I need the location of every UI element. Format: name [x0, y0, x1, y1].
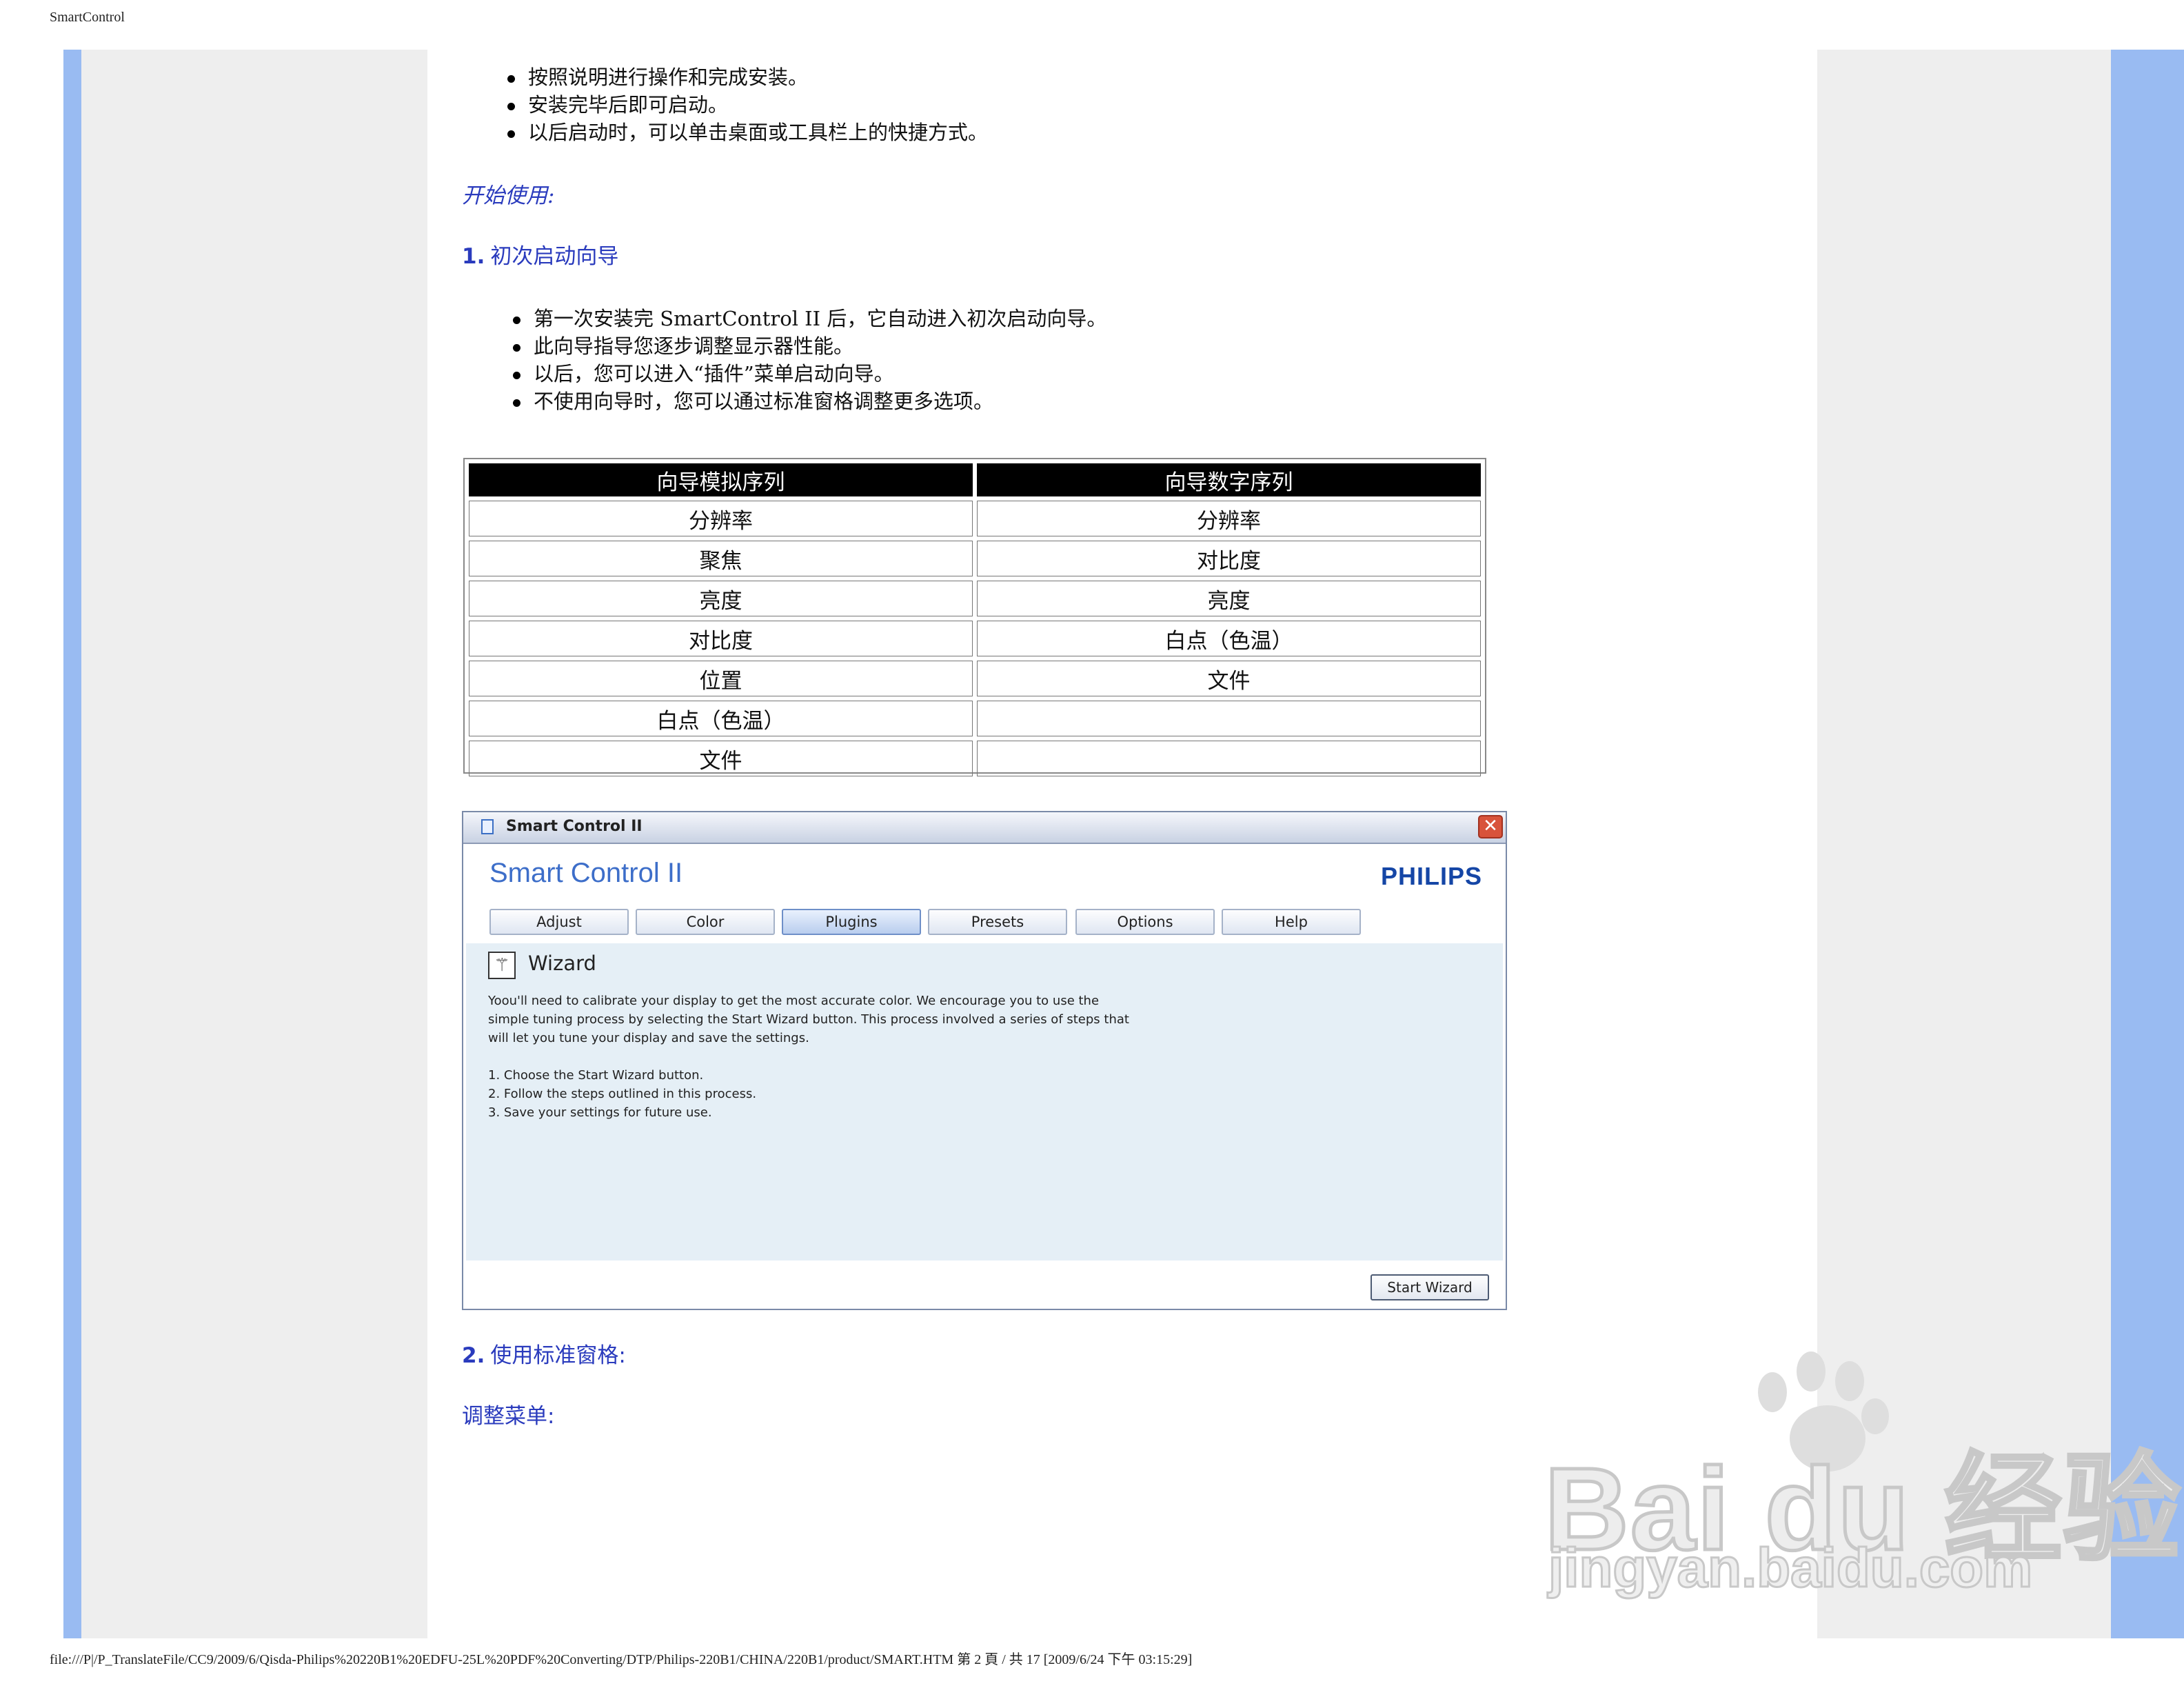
tab-color[interactable]: Color — [636, 909, 775, 935]
wizard-sequence-table: 向导模拟序列 向导数字序列 分辨率 分辨率 聚焦 对比度 亮度 亮度 对比度 白… — [463, 458, 1486, 776]
table-row: 位置 文件 — [469, 661, 1481, 696]
table-row: 对比度 白点（色温） — [469, 621, 1481, 656]
list-item: 以后，您可以进入“插件”菜单启动向导。 — [513, 360, 1106, 388]
table-row: 亮度 亮度 — [469, 581, 1481, 616]
table-cell: 聚焦 — [469, 541, 973, 576]
table-cell: 分辨率 — [977, 501, 1481, 536]
section2-number: 2. — [462, 1343, 485, 1368]
close-icon[interactable]: ✕ — [1478, 815, 1503, 838]
table-header-digital: 向导数字序列 — [977, 463, 1481, 496]
table-header-analog: 向导模拟序列 — [469, 463, 973, 496]
section1-title: 初次启动向导 — [490, 244, 619, 269]
list-item: 此向导指导您逐步调整显示器性能。 — [513, 332, 1106, 360]
list-item: 按照说明进行操作和完成安装。 — [507, 63, 988, 91]
section1-heading: 1. 初次启动向导 — [462, 239, 618, 270]
table-cell: 文件 — [469, 741, 973, 776]
section2-heading: 2. 使用标准窗格: — [462, 1338, 626, 1369]
window-title: Smart Control II — [506, 818, 643, 835]
tab-adjust[interactable]: Adjust — [489, 909, 629, 935]
baidu-watermark: Bai du 经验 jingyan.baidu.com — [1543, 1345, 2182, 1607]
smartcontrol-window: Smart Control II ✕ Smart Control II PHIL… — [462, 811, 1507, 1310]
page-header-title: SmartControl — [50, 10, 125, 25]
app-brand-title: Smart Control II — [489, 858, 683, 888]
adjust-menu-heading: 调整菜单: — [462, 1404, 555, 1429]
left-blue-strip — [63, 50, 81, 1638]
wizard-wand-icon: ⚚ — [488, 952, 516, 979]
table-row: 白点（色温） — [469, 701, 1481, 736]
tab-plugins[interactable]: Plugins — [782, 909, 921, 935]
baidu-url-text: jingyan.baidu.com — [1547, 1536, 2033, 1600]
table-row: 聚焦 对比度 — [469, 541, 1481, 576]
tab-presets[interactable]: Presets — [928, 909, 1067, 935]
list-item: 不使用向导时，您可以通过标准窗格调整更多选项。 — [513, 388, 1106, 415]
list-item: 安装完毕后即可启动。 — [507, 91, 988, 119]
list-item: 以后启动时，可以单击桌面或工具栏上的快捷方式。 — [507, 119, 988, 146]
philips-logo: PHILIPS — [1380, 862, 1482, 890]
tab-options[interactable]: Options — [1075, 909, 1215, 935]
table-cell: 对比度 — [469, 621, 973, 656]
wizard-steps: 1. Choose the Start Wizard button. 2. Fo… — [488, 1066, 756, 1122]
wizard-step: 3. Save your settings for future use. — [488, 1105, 712, 1120]
getting-started-heading: 开始使用: — [462, 183, 555, 208]
table-cell: 白点（色温） — [977, 621, 1481, 656]
table-cell: 白点（色温） — [469, 701, 973, 736]
table-cell: 亮度 — [977, 581, 1481, 616]
section1-number: 1. — [462, 244, 485, 269]
table-cell: 分辨率 — [469, 501, 973, 536]
table-cell: 对比度 — [977, 541, 1481, 576]
start-wizard-button[interactable]: Start Wizard — [1371, 1274, 1489, 1300]
table-cell — [977, 741, 1481, 776]
table-cell: 亮度 — [469, 581, 973, 616]
window-titlebar: Smart Control II ✕ — [463, 812, 1506, 844]
page-footer-path: file:///P|/P_TranslateFile/CC9/2009/6/Qi… — [50, 1652, 1193, 1667]
wizard-panel: ⚚ Wizard Yoou'll need to calibrate your … — [466, 943, 1503, 1260]
wizard-panel-title: Wizard — [528, 952, 596, 975]
wizard-info-list: 第一次安装完 SmartControl II 后，它自动进入初次启动向导。 此向… — [513, 305, 1106, 415]
table-cell: 文件 — [977, 661, 1481, 696]
table-row: 分辨率 分辨率 — [469, 501, 1481, 536]
wizard-description: Yoou'll need to calibrate your display t… — [488, 994, 1129, 1045]
left-gray-margin — [81, 50, 427, 1638]
tab-help[interactable]: Help — [1222, 909, 1361, 935]
app-icon — [481, 819, 494, 834]
table-row: 文件 — [469, 741, 1481, 776]
install-steps-list: 按照说明进行操作和完成安装。 安装完毕后即可启动。 以后启动时，可以单击桌面或工… — [507, 63, 988, 146]
table-cell — [977, 701, 1481, 736]
list-item: 第一次安装完 SmartControl II 后，它自动进入初次启动向导。 — [513, 305, 1106, 332]
section2-title: 使用标准窗格: — [490, 1343, 626, 1368]
table-cell: 位置 — [469, 661, 973, 696]
wizard-step: 1. Choose the Start Wizard button. — [488, 1068, 704, 1083]
wizard-step: 2. Follow the steps outlined in this pro… — [488, 1087, 757, 1101]
